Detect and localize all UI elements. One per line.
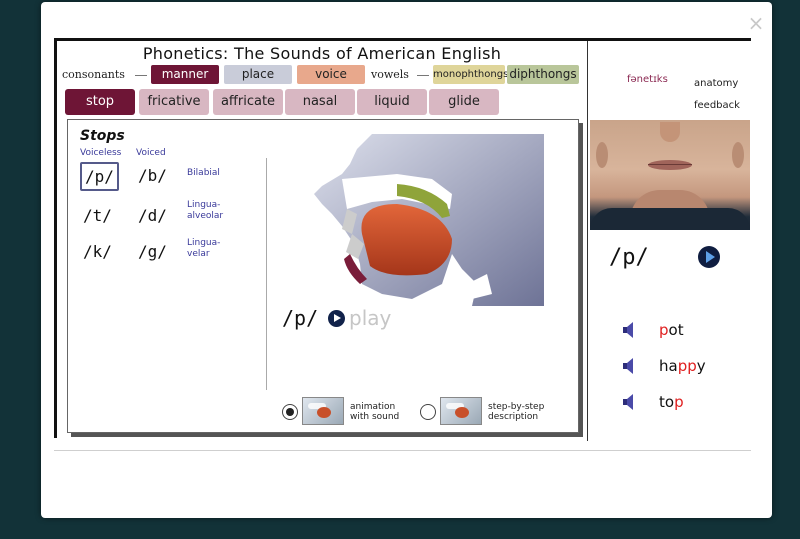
- divider: [417, 75, 429, 76]
- phonetic-link[interactable]: fənetɪks: [627, 74, 668, 85]
- place-bilabial: Bilabial: [187, 168, 220, 178]
- phoneme-k[interactable]: /k/: [83, 242, 112, 261]
- stops-title: Stops: [80, 128, 125, 144]
- animation-thumbnail-icon[interactable]: [302, 397, 344, 425]
- speaker-face-video: [590, 120, 750, 230]
- divider: [266, 158, 267, 390]
- place-linguaalveolar-line1: Lingua-: [187, 200, 221, 210]
- step-label-line2: description: [488, 412, 539, 422]
- play-icon[interactable]: [328, 310, 345, 327]
- speaker-icon[interactable]: [621, 321, 639, 339]
- step-thumbnail-icon[interactable]: [440, 397, 482, 425]
- place-linguavelar-line2: velar: [187, 249, 210, 259]
- divider: [587, 41, 588, 441]
- stops-panel: Stops Voiceless Voiced /p/ /b/ Bilabial …: [67, 119, 579, 433]
- example-word-happy[interactable]: happy: [659, 357, 706, 375]
- tab-monophthongs[interactable]: monophthongs: [433, 65, 508, 84]
- speaker-icon[interactable]: [621, 357, 639, 375]
- voiceless-header: Voiceless: [80, 148, 122, 158]
- phoneme-t[interactable]: /t/: [83, 206, 112, 225]
- voiced-header: Voiced: [136, 148, 166, 158]
- page-title: Phonetics: The Sounds of American Englis…: [142, 44, 502, 63]
- phoneme-d[interactable]: /d/: [138, 206, 167, 225]
- tab-stop[interactable]: stop: [65, 89, 135, 115]
- step-label-line1: step-by-step: [488, 402, 545, 412]
- divider: [54, 450, 751, 451]
- dialog: × Phonetics: The Sounds of American Engl…: [41, 2, 772, 518]
- tab-fricative[interactable]: fricative: [139, 89, 209, 115]
- close-icon[interactable]: ×: [746, 13, 766, 33]
- step-by-step-radio[interactable]: [420, 404, 436, 420]
- play-icon[interactable]: [698, 246, 720, 268]
- tab-voice[interactable]: voice: [297, 65, 365, 84]
- anatomy-link[interactable]: anatomy: [694, 78, 738, 89]
- phoneme-p[interactable]: /p/: [80, 162, 119, 191]
- phoneme-b[interactable]: /b/: [138, 166, 167, 185]
- tab-manner[interactable]: manner: [151, 65, 219, 84]
- feedback-link[interactable]: feedback: [694, 100, 740, 111]
- tab-glide[interactable]: glide: [429, 89, 499, 115]
- consonants-label: consonants: [62, 68, 125, 81]
- tab-liquid[interactable]: liquid: [357, 89, 427, 115]
- tab-place[interactable]: place: [224, 65, 292, 84]
- tab-nasal[interactable]: nasal: [285, 89, 355, 115]
- place-linguavelar-line1: Lingua-: [187, 238, 221, 248]
- phonetics-app: Phonetics: The Sounds of American Englis…: [54, 38, 751, 441]
- animation-label-line2: with sound: [350, 412, 400, 422]
- tab-affricate[interactable]: affricate: [213, 89, 283, 115]
- animation-label-line1: animation: [350, 402, 396, 412]
- vowels-label: vowels: [371, 68, 409, 81]
- speaker-icon[interactable]: [621, 393, 639, 411]
- example-word-top[interactable]: top: [659, 393, 684, 411]
- play-label[interactable]: play: [349, 306, 391, 330]
- example-word-pot[interactable]: pot: [659, 321, 684, 339]
- current-phoneme: /p/: [282, 306, 319, 330]
- vocal-tract-diagram: [314, 134, 544, 306]
- tab-diphthongs[interactable]: diphthongs: [507, 65, 579, 84]
- video-phoneme: /p/: [609, 245, 649, 270]
- phoneme-g[interactable]: /g/: [138, 242, 167, 261]
- place-linguaalveolar-line2: alveolar: [187, 211, 224, 221]
- divider: [135, 75, 147, 76]
- animation-radio[interactable]: [282, 404, 298, 420]
